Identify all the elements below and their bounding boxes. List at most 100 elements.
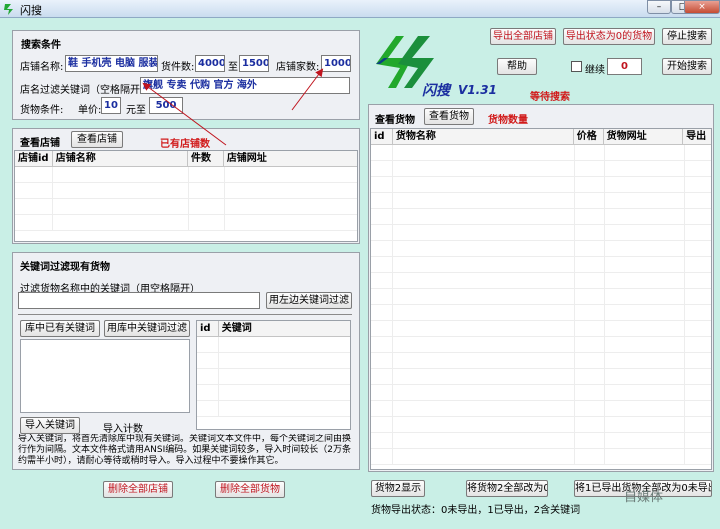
import-keywords-button[interactable]: 导入关键词 <box>20 417 80 434</box>
title-bar <box>0 0 720 18</box>
goods-to-label: 至 <box>228 62 238 73</box>
goods-min-input[interactable]: 4000 <box>195 55 225 72</box>
search-panel <box>12 30 360 120</box>
watermark: 自媒体 <box>624 490 664 505</box>
keywords-table-header: id 关键词 <box>197 321 350 337</box>
window-title: 闪搜 <box>20 4 42 17</box>
col-shop-url[interactable]: 店铺网址 <box>224 151 357 166</box>
table-row <box>197 385 350 401</box>
table-row <box>371 193 711 209</box>
table-row <box>15 183 357 199</box>
table-row <box>371 449 711 465</box>
table-row <box>371 161 711 177</box>
col-keyword[interactable]: 关键词 <box>219 321 350 336</box>
start-search-button[interactable]: 开始搜索 <box>662 58 712 75</box>
price-label: 单价: <box>78 105 102 116</box>
table-row <box>371 225 711 241</box>
continue-value-input[interactable]: 0 <box>607 58 642 75</box>
goods-cond-label: 货物条件: <box>20 105 64 116</box>
logo-name: 闪搜 <box>422 83 450 99</box>
price-to-label: 元至 <box>126 105 146 116</box>
table-row <box>15 167 357 183</box>
col-shop-name[interactable]: 店铺名称 <box>53 151 188 166</box>
delete-all-goods-button[interactable]: 删除全部货物 <box>215 481 285 498</box>
lib-keyword-filter-button[interactable]: 用库中关键词过滤 <box>104 320 190 337</box>
divider <box>18 314 352 315</box>
view-goods-button[interactable]: 查看货物 <box>424 108 474 125</box>
shop-name-label: 店铺名称: <box>20 62 64 73</box>
shop-name-input[interactable]: 鞋 手机壳 电脑 服装 <box>65 55 158 72</box>
col-goods-id[interactable]: id <box>371 129 393 144</box>
shops-section-title: 查看店铺 <box>20 138 60 149</box>
search-status: 等待搜索 <box>530 92 570 103</box>
import-count-label: 导入计数 <box>103 424 143 435</box>
filter-label: 店名过滤关键词（空格隔开） <box>20 85 150 96</box>
price-min-input[interactable]: 10 <box>101 97 121 114</box>
goods-count-label: 货件数: <box>161 62 195 73</box>
col-goods-name[interactable]: 货物名称 <box>393 129 574 144</box>
table-row <box>371 433 711 449</box>
export-status0-button[interactable]: 导出状态为0的货物 <box>563 28 655 45</box>
keyword-filter-input[interactable] <box>18 292 260 309</box>
table-row <box>371 385 711 401</box>
view-shops-button[interactable]: 查看店铺 <box>71 131 123 148</box>
keyword-list-box[interactable] <box>20 339 190 413</box>
minimize-button[interactable]: – <box>647 0 671 14</box>
price-max-input[interactable]: 500 <box>149 97 183 114</box>
table-row <box>371 289 711 305</box>
table-row <box>371 273 711 289</box>
delete-all-shops-button[interactable]: 删除全部店铺 <box>103 481 173 498</box>
import-help-text: 导入关键词，将首先清除库中现有关键词。关键词文本文件中，每个关键词之间由换行作为… <box>18 434 352 466</box>
shop-count-input[interactable]: 10000 <box>321 55 351 72</box>
table-row <box>371 353 711 369</box>
col-goods-export[interactable]: 导出 <box>683 129 711 144</box>
table-row <box>371 369 711 385</box>
col-keyword-id[interactable]: id <box>197 321 219 336</box>
search-section-title: 搜索条件 <box>21 40 61 51</box>
shop-filter-input[interactable]: 旗舰 专卖 代购 官方 海外 <box>140 77 350 94</box>
table-row <box>371 401 711 417</box>
table-row <box>197 337 350 353</box>
table-row <box>371 337 711 353</box>
col-shop-items[interactable]: 件数 <box>188 151 224 166</box>
keywords-table[interactable]: id 关键词 <box>196 320 351 430</box>
table-row <box>371 177 711 193</box>
show-goods2-button[interactable]: 货物2显示 <box>371 480 425 497</box>
shop-count-label: 店铺家数: <box>276 62 320 73</box>
table-row <box>197 369 350 385</box>
goods-table-header: id 货物名称 价格 货物网址 导出 <box>371 129 711 145</box>
col-shop-id[interactable]: 店铺id <box>15 151 53 166</box>
table-row <box>371 145 711 161</box>
help-button[interactable]: 帮助 <box>497 58 537 75</box>
export-status-text: 货物导出状态：0未导出，1已导出，2含关键词 <box>371 505 581 516</box>
table-row <box>15 199 357 215</box>
table-row <box>197 401 350 417</box>
set-goods2-zero-button[interactable]: 将货物2全部改为0 <box>466 480 548 497</box>
keywords-section-title: 关键词过滤现有货物 <box>20 262 110 273</box>
export-all-shops-button[interactable]: 导出全部店铺 <box>490 28 556 45</box>
table-row <box>197 353 350 369</box>
continue-label: 继续 <box>585 65 605 76</box>
close-button[interactable]: × <box>684 0 720 14</box>
table-row <box>371 257 711 273</box>
goods-table[interactable]: id 货物名称 价格 货物网址 导出 <box>370 128 712 470</box>
table-row <box>371 305 711 321</box>
shop-count-status: 已有店铺数 <box>160 139 210 150</box>
col-goods-price[interactable]: 价格 <box>574 129 604 144</box>
table-row <box>371 321 711 337</box>
col-goods-url[interactable]: 货物网址 <box>604 129 684 144</box>
table-row <box>371 417 711 433</box>
goods-section-title: 查看货物 <box>375 115 415 126</box>
logo-version: V1.31 <box>458 83 497 97</box>
goods-max-input[interactable]: 15000 <box>239 55 269 72</box>
filter-by-keywords-button[interactable]: 用左边关键词过滤 <box>266 292 352 309</box>
table-row <box>15 215 357 231</box>
goods-count-status: 货物数量 <box>488 115 528 126</box>
stop-search-button[interactable]: 停止搜索 <box>662 28 712 45</box>
continue-checkbox[interactable] <box>571 61 582 72</box>
table-row <box>371 241 711 257</box>
existing-keywords-button[interactable]: 库中已有关键词 <box>20 320 100 337</box>
table-row <box>371 209 711 225</box>
shops-table[interactable]: 店铺id 店铺名称 件数 店铺网址 <box>14 150 358 242</box>
shops-table-header: 店铺id 店铺名称 件数 店铺网址 <box>15 151 357 167</box>
